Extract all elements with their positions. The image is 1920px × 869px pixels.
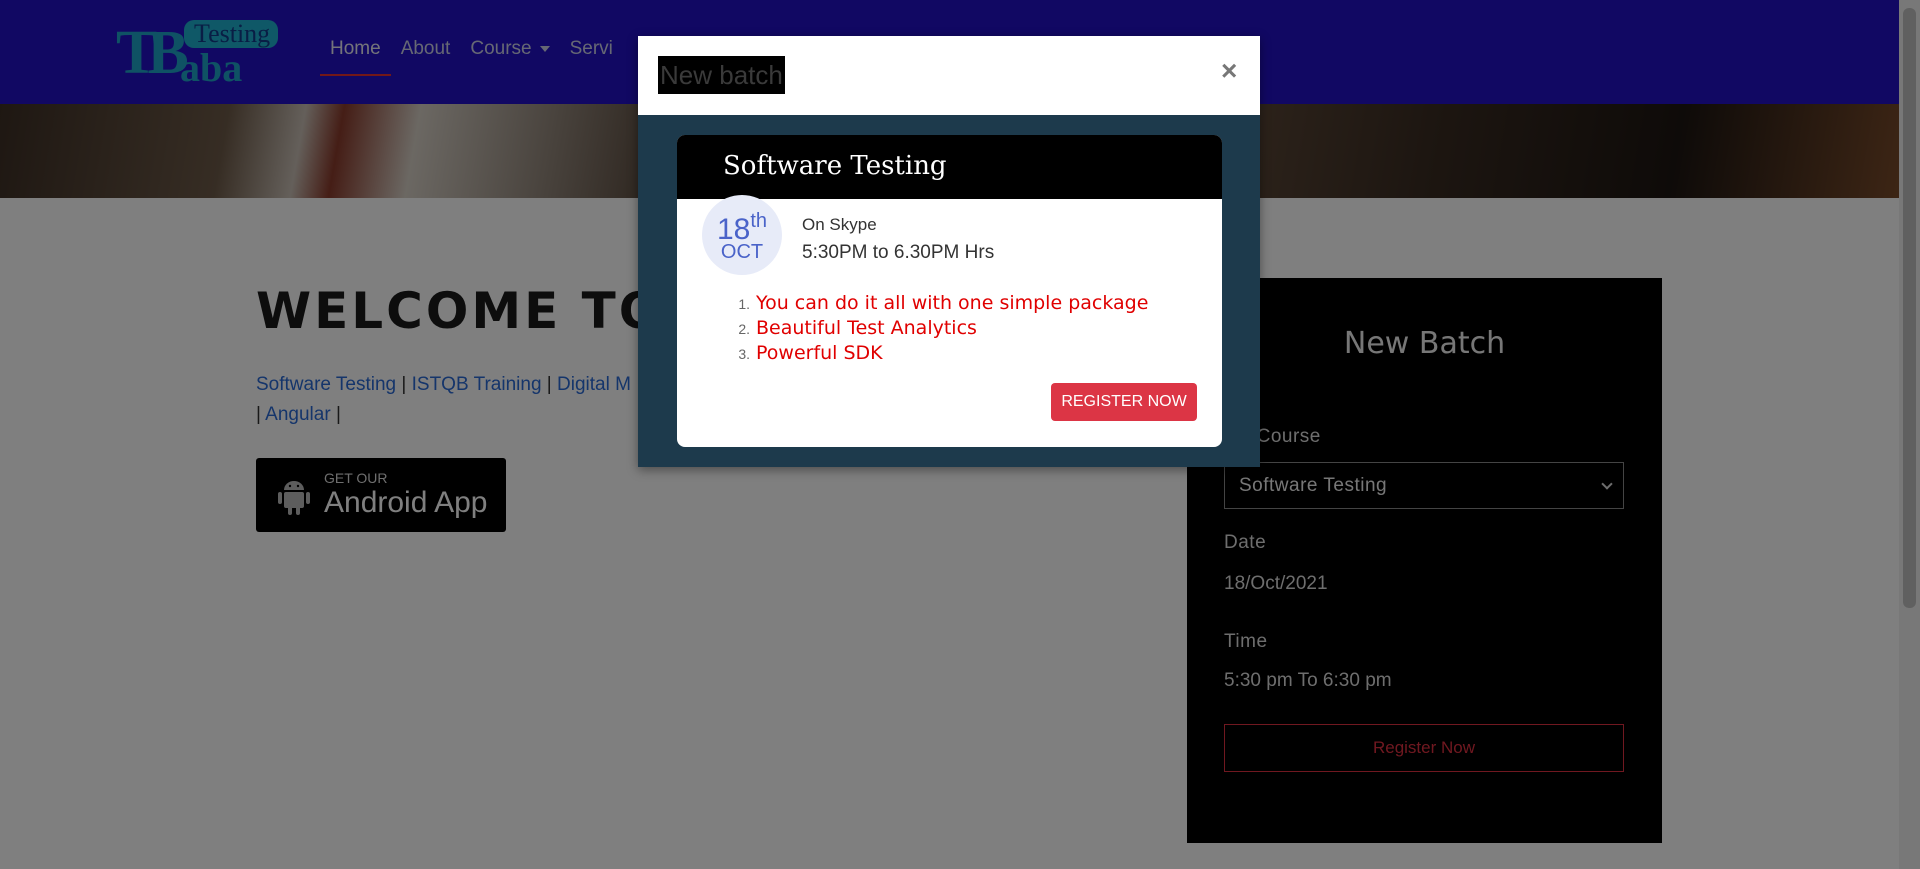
event-feature-list: 1. You can do it all with one simple pack… — [732, 291, 1148, 366]
list-item: 1. You can do it all with one simple pack… — [738, 292, 1149, 314]
modal-header: New batch × — [638, 36, 1260, 115]
close-icon[interactable]: × — [1221, 56, 1237, 86]
feature-text: You can do it all with one simple packag… — [756, 292, 1149, 314]
list-item: 3. Powerful SDK — [738, 342, 883, 364]
modal-title: New batch — [658, 56, 785, 94]
date-day-suffix: th — [750, 210, 768, 232]
feature-text: Beautiful Test Analytics — [756, 317, 977, 339]
event-title: Software Testing — [723, 151, 947, 181]
event-time: 5:30PM to 6.30PM Hrs — [802, 242, 995, 263]
list-item: 2. Beautiful Test Analytics — [738, 317, 977, 339]
date-month: OCT — [720, 241, 764, 263]
modal-register-now-button[interactable]: REGISTER NOW — [1051, 383, 1197, 421]
event-card-header: Software Testing — [677, 135, 1222, 199]
feature-text: Powerful SDK — [756, 342, 883, 364]
event-card: Software Testing 18th OCT On Skype 5:30P… — [677, 135, 1222, 447]
date-badge: 18th OCT — [702, 195, 782, 275]
date-day: 18th — [702, 205, 782, 246]
new-batch-modal: New batch × Software Testing 18th OCT On… — [638, 36, 1260, 467]
event-place: On Skype — [802, 215, 877, 234]
